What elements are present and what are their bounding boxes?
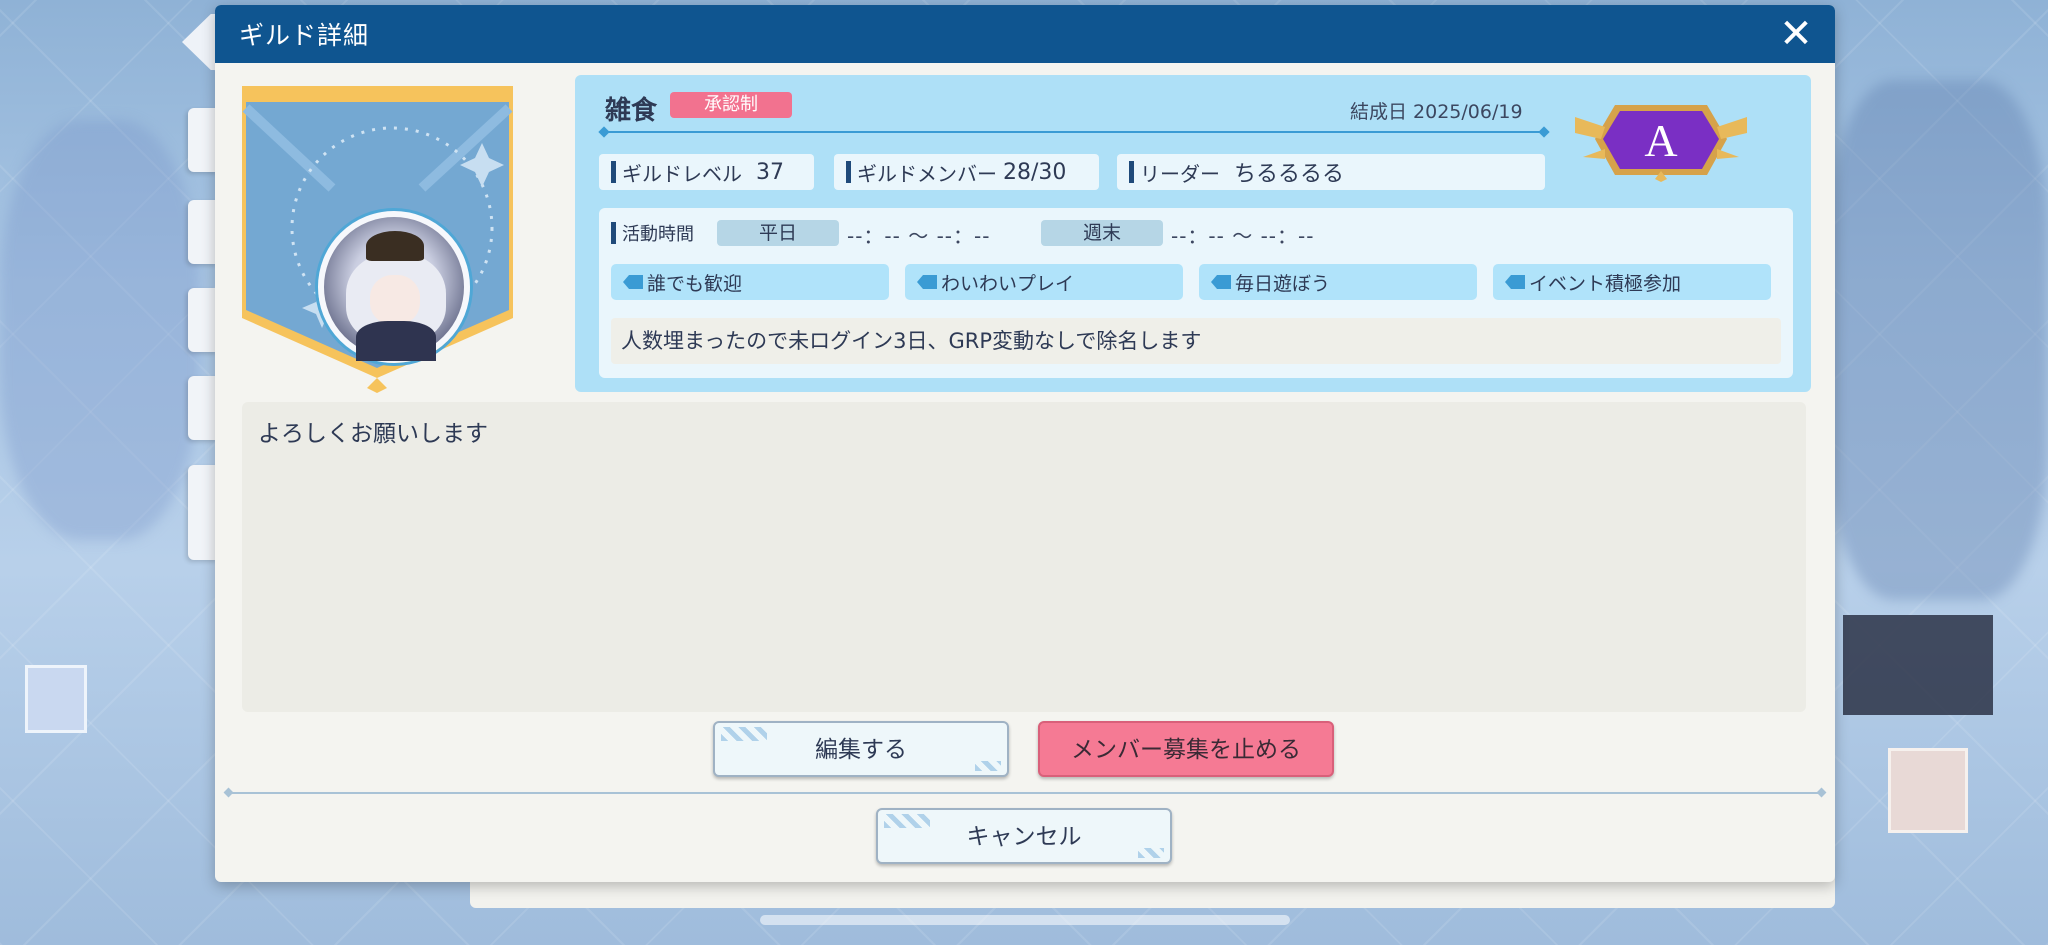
guild-description: よろしくお願いします [242,402,1806,712]
weekend-chip: 週末 [1041,220,1163,246]
weekday-chip: 平日 [717,220,839,246]
side-tab[interactable] [188,465,218,560]
guild-rank-emblem: A [1575,97,1747,182]
activity-section: 活動時間 平日 --：-- 〜 --：-- 週末 --：-- 〜 --：-- 誰… [599,208,1793,378]
founded-date: 結成日 2025/06/19 [1350,101,1523,123]
background-thumbnail [1888,748,1968,833]
guild-leader-stat: リーダー ちるるるる [1117,154,1545,190]
guild-detail-dialog: ギルド詳細 ✕ 雑食 承認制 結成日 2025/06/19 ギルドレベル 37 … [215,5,1835,882]
rank-letter: A [1644,115,1677,166]
cancel-button-label: キャンセル [966,824,1082,850]
dialog-header: ギルド詳細 [215,5,1835,63]
background-screen [1843,615,1993,715]
tag-label: 誰でも歓迎 [647,272,743,295]
guild-leader-value: ちるるるる [1234,162,1345,187]
background-cloud-left [0,120,200,540]
background-cloud-right [1828,80,2048,600]
edit-button[interactable]: 編集する [713,721,1009,777]
guild-name: 雑食 [605,96,658,126]
tag-chip: 誰でも歓迎 [611,264,889,300]
guild-members-value: 28/30 [1003,159,1067,185]
tag-label: わいわいプレイ [941,272,1075,295]
side-tab[interactable] [188,376,218,440]
tag-icon [1211,275,1231,289]
side-tab[interactable] [188,288,218,352]
tag-chip: わいわいプレイ [905,264,1183,300]
guild-rule-note: 人数埋まったので未ログイン3日、GRP変動なしで除名します [611,318,1781,364]
home-indicator[interactable] [760,915,1290,925]
edit-button-label: 編集する [815,737,907,763]
stop-recruit-button-label: メンバー募集を止める [1071,737,1301,763]
guild-leader-label: リーダー [1140,161,1220,186]
guild-banner [242,78,513,393]
background-thumbnail [25,665,87,733]
tag-chip: イベント積極参加 [1493,264,1771,300]
activity-label: 活動時間 [622,224,694,245]
guild-members-stat: ギルドメンバー 28/30 [834,154,1099,190]
side-tab[interactable] [188,108,218,172]
guild-level-value: 37 [756,159,784,185]
guild-members-label: ギルドメンバー [857,161,997,186]
tag-icon [623,275,643,289]
close-icon[interactable]: ✕ [1775,13,1817,55]
cancel-button[interactable]: キャンセル [876,808,1172,864]
side-tab[interactable] [188,200,218,264]
tag-icon [1505,275,1525,289]
leader-avatar[interactable] [318,211,470,363]
dialog-title: ギルド詳細 [239,21,370,50]
activity-label-wrap: 活動時間 [611,220,694,246]
weekend-time-range: --：-- 〜 --：-- [1171,224,1315,248]
title-divider [603,131,1545,133]
join-type-badge: 承認制 [670,92,792,118]
tag-icon [917,275,937,289]
stop-recruit-button[interactable]: メンバー募集を止める [1038,721,1334,777]
tag-label: 毎日遊ぼう [1235,272,1331,295]
guild-level-stat: ギルドレベル 37 [599,154,814,190]
guild-level-label: ギルドレベル [622,161,742,186]
guild-info-panel: 雑食 承認制 結成日 2025/06/19 ギルドレベル 37 ギルドメンバー … [575,75,1811,392]
tag-chip: 毎日遊ぼう [1199,264,1477,300]
tag-label: イベント積極参加 [1529,272,1682,295]
button-divider [225,792,1825,794]
weekday-time-range: --：-- 〜 --：-- [847,224,991,248]
